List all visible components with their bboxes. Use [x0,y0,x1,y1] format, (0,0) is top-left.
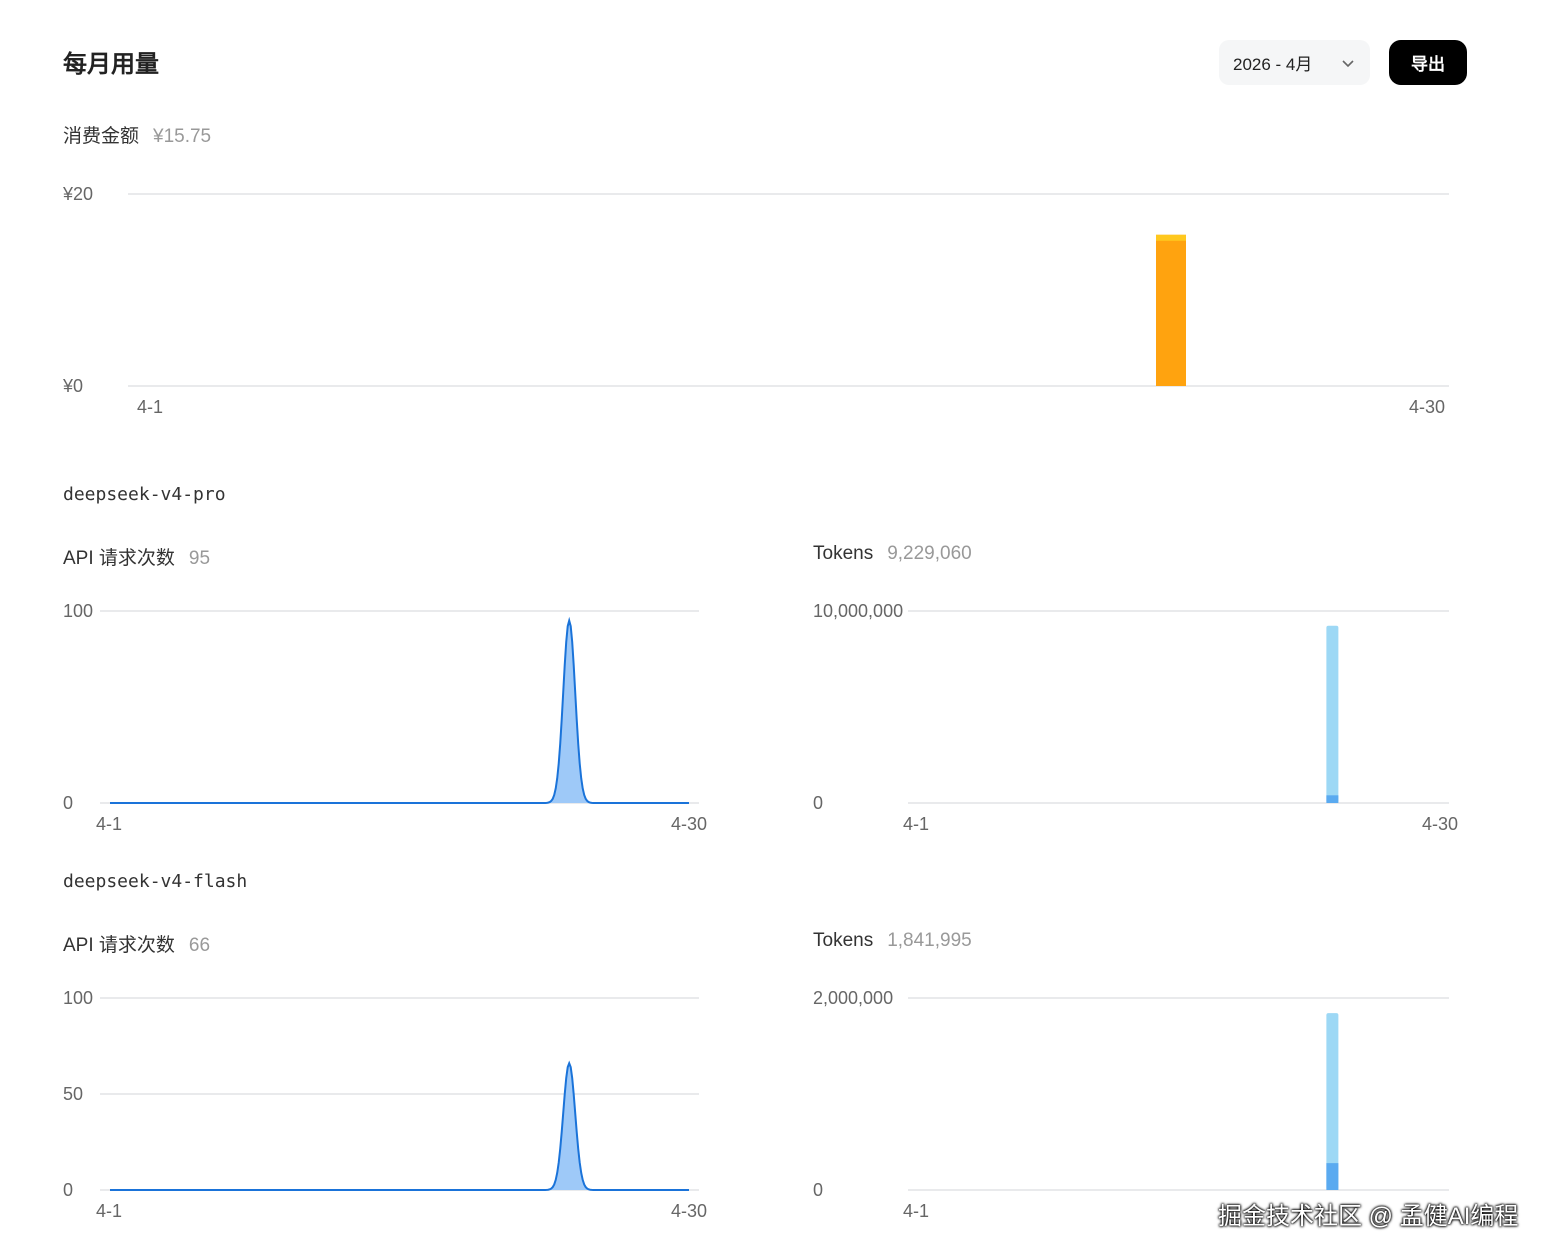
pro-tok-bar [1326,625,1339,803]
cost-bar [1156,234,1186,386]
flash-tok-bar-segment [1326,1163,1339,1190]
cost-y-tick-label: ¥20 [62,184,93,204]
cost-y-tick-label: ¥0 [62,376,83,396]
pro-req-y-tick-label: 100 [63,601,93,621]
pro-tok-y-tick-label: 10,000,000 [813,601,903,621]
flash-req-x-tick-label: 4-30 [671,1201,707,1221]
pro-req-line [110,616,690,804]
pro-tok-bar-segment [1326,795,1339,803]
flash-req-y-tick-label: 0 [63,1180,73,1200]
flash-req-x-tick-label: 4-1 [96,1201,122,1221]
cost-bar-cap [1156,234,1186,241]
flash-req-area [110,1063,689,1190]
pro-tok-x-tick-label: 4-30 [1422,814,1458,834]
flash-req-y-tick-label: 50 [63,1084,83,1104]
pro-req-x-tick-label: 4-1 [96,814,122,834]
pro-req-y-tick-label: 0 [63,793,73,813]
flash-tok-y-tick-label: 2,000,000 [813,988,893,1008]
flash-tok-x-tick-label: 4-1 [903,1201,929,1221]
pro-req-x-tick-label: 4-30 [671,814,707,834]
cost-x-tick-label: 4-30 [1409,397,1445,417]
flash-tok-y-tick-label: 0 [813,1180,823,1200]
usage-charts: ¥0 ¥20 4-1 4-30 0 100 4-1 4-30 0 10,000,000 4-1 4-3… [62,184,1458,1221]
pro-tok-y-tick-label: 0 [813,793,823,813]
flash-req-line [110,1060,690,1191]
watermark: 掘金技术社区 @ 孟健AI编程 [1218,1203,1519,1230]
flash-req-y-tick-label: 100 [63,988,93,1008]
cost-x-tick-label: 4-1 [137,397,163,417]
pro-tok-x-tick-label: 4-1 [903,814,929,834]
pro-req-area [110,620,689,803]
